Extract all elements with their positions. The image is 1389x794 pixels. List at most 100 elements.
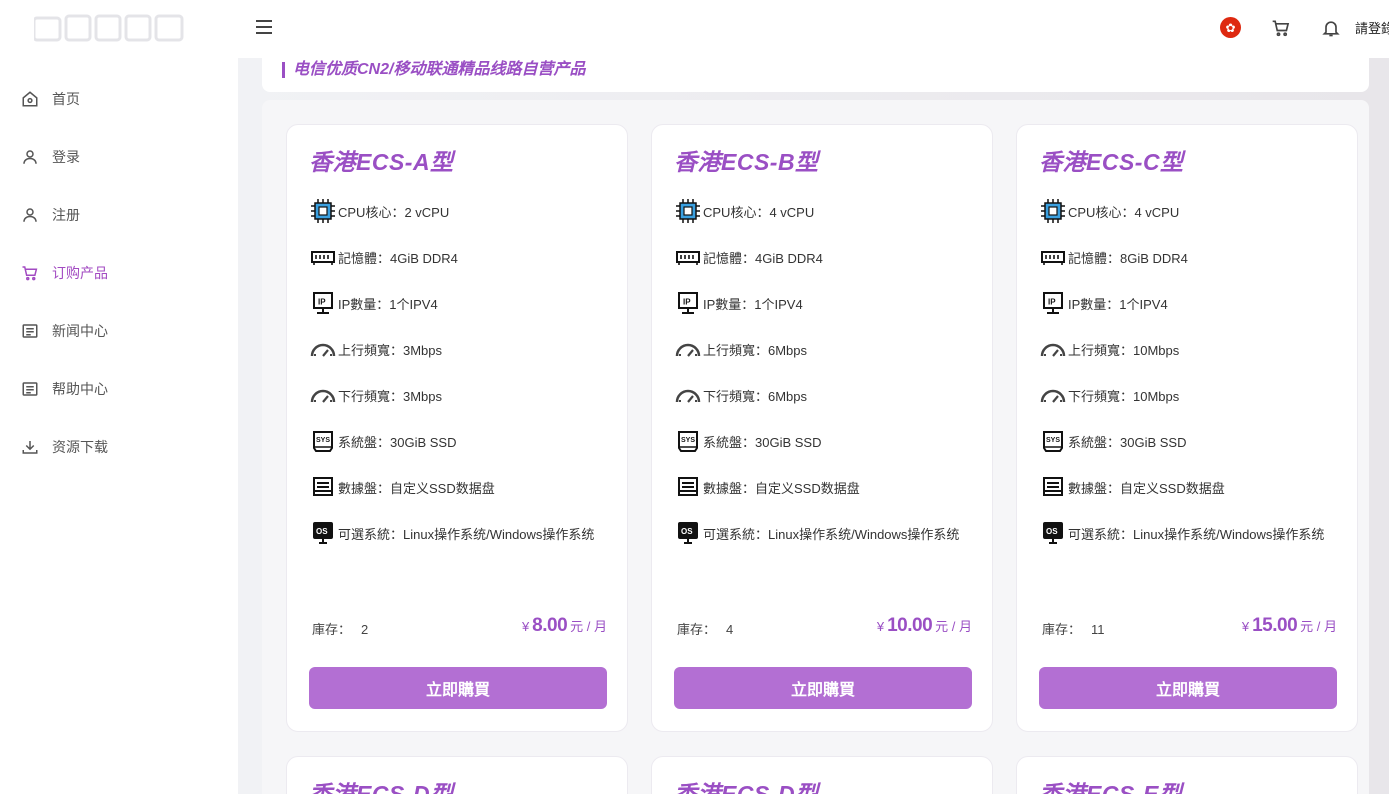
stock-value: 11 bbox=[1091, 622, 1105, 637]
sidebar-item-help[interactable]: 帮助中心 bbox=[0, 360, 238, 418]
spec-text: 系統盤：30GiB SSD bbox=[1068, 434, 1187, 450]
spec-row: 下行頻寬：3Mbps bbox=[309, 381, 442, 409]
site-logo[interactable] bbox=[32, 10, 194, 46]
ip-icon: IP bbox=[1039, 289, 1067, 317]
os-icon: OS bbox=[1039, 519, 1067, 547]
svg-text:IP: IP bbox=[683, 298, 691, 307]
buy-now-button[interactable]: 立即購買 bbox=[674, 667, 972, 709]
sidebar-item-label: 资源下载 bbox=[52, 439, 108, 455]
spec-text: IP數量：1个IPV4 bbox=[1068, 296, 1168, 312]
upload-speed-icon bbox=[1039, 335, 1067, 363]
product-card: 香港ECS-B型 CPU核心：4 vCPU 記憶體：4GiB DDR4 IP I… bbox=[651, 124, 993, 732]
svg-text:SYS: SYS bbox=[1046, 437, 1060, 444]
hong-kong-flag-icon[interactable]: ✿ bbox=[1220, 17, 1241, 38]
sidebar-item-register[interactable]: 注册 bbox=[0, 186, 238, 244]
sidebar-item-label: 首页 bbox=[52, 91, 80, 107]
spec-row: 記憶體：4GiB DDR4 bbox=[309, 243, 458, 271]
spec-text: 記憶體：8GiB DDR4 bbox=[1068, 250, 1188, 266]
svg-text:OS: OS bbox=[316, 527, 328, 536]
sidebar-item-home[interactable]: 首页 bbox=[0, 70, 238, 128]
spec-row: CPU核心：4 vCPU bbox=[1039, 197, 1179, 225]
top-header: ✿ 請登錄 bbox=[238, 0, 1389, 58]
spec-text: CPU核心：4 vCPU bbox=[703, 204, 815, 220]
system-disk-icon: SYS bbox=[674, 427, 702, 455]
menu-toggle-icon[interactable] bbox=[256, 20, 272, 34]
sidebar-item-login[interactable]: 登录 bbox=[0, 128, 238, 186]
product-title: 香港ECS-B型 bbox=[674, 149, 819, 175]
sidebar-item-label: 登录 bbox=[52, 149, 80, 165]
ip-icon: IP bbox=[309, 289, 337, 317]
currency-symbol: ¥ bbox=[521, 619, 530, 634]
login-link[interactable]: 請登錄 bbox=[1355, 18, 1389, 37]
stock-info: 庫存： 4 bbox=[677, 619, 733, 638]
spec-text: 數據盤：自定义SSD数据盘 bbox=[338, 480, 495, 496]
cpu-icon bbox=[674, 197, 702, 225]
buy-now-button[interactable]: 立即購買 bbox=[309, 667, 607, 709]
spec-text: 可選系統：Linux操作系统/Windows操作系统 bbox=[338, 526, 595, 542]
currency-symbol: ¥ bbox=[1241, 619, 1250, 634]
home-icon bbox=[21, 90, 39, 108]
cpu-icon bbox=[309, 197, 337, 225]
spec-row: IP IP數量：1个IPV4 bbox=[674, 289, 803, 317]
spec-text: 系統盤：30GiB SSD bbox=[703, 434, 822, 450]
spec-text: 可選系統：Linux操作系统/Windows操作系统 bbox=[1068, 526, 1325, 542]
spec-row: 數據盤：自定义SSD数据盘 bbox=[674, 473, 860, 501]
product-title: 香港ECS-D型 bbox=[674, 781, 819, 794]
ip-icon: IP bbox=[674, 289, 702, 317]
price-amount: 8.00 bbox=[532, 615, 568, 636]
svg-text:IP: IP bbox=[1048, 298, 1056, 307]
svg-text:IP: IP bbox=[318, 298, 326, 307]
cart-icon bbox=[21, 264, 39, 282]
header-actions: ✿ 請登錄 bbox=[1220, 17, 1389, 38]
spec-row: IP IP數量：1个IPV4 bbox=[309, 289, 438, 317]
spec-row: SYS 系統盤：30GiB SSD bbox=[674, 427, 821, 455]
sidebar-item-news[interactable]: 新闻中心 bbox=[0, 302, 238, 360]
os-icon: OS bbox=[309, 519, 337, 547]
spec-text: 可選系統：Linux操作系统/Windows操作系统 bbox=[703, 526, 960, 542]
spec-text: CPU核心：4 vCPU bbox=[1068, 204, 1180, 220]
spec-text: 數據盤：自定义SSD数据盘 bbox=[703, 480, 860, 496]
spec-row: OS 可選系統：Linux操作系统/Windows操作系统 bbox=[674, 519, 959, 547]
cart-icon[interactable] bbox=[1271, 18, 1291, 38]
spec-row: CPU核心：4 vCPU bbox=[674, 197, 814, 225]
cpu-icon bbox=[1039, 197, 1067, 225]
spec-text: IP數量：1个IPV4 bbox=[703, 296, 803, 312]
product-card: 香港ECS-E型 bbox=[1016, 756, 1358, 794]
price-amount: 10.00 bbox=[887, 615, 933, 636]
spec-text: 記憶體：4GiB DDR4 bbox=[338, 250, 458, 266]
spec-text: 下行頻寬：6Mbps bbox=[703, 388, 808, 404]
sidebar-item-label: 订购产品 bbox=[52, 265, 108, 281]
spec-row: SYS 系統盤：30GiB SSD bbox=[1039, 427, 1186, 455]
bell-icon[interactable] bbox=[1321, 18, 1341, 38]
currency-symbol: ¥ bbox=[876, 619, 885, 634]
spec-text: CPU核心：2 vCPU bbox=[338, 204, 450, 220]
spec-text: 下行頻寬：10Mbps bbox=[1068, 388, 1180, 404]
user-icon bbox=[21, 206, 39, 224]
product-title: 香港ECS-D型 bbox=[309, 781, 454, 794]
data-disk-icon bbox=[674, 473, 702, 501]
stock-label: 庫存： bbox=[1042, 622, 1082, 637]
spec-text: 系統盤：30GiB SSD bbox=[338, 434, 457, 450]
svg-text:SYS: SYS bbox=[316, 437, 330, 444]
spec-text: 數據盤：自定义SSD数据盘 bbox=[1068, 480, 1225, 496]
stock-info: 庫存： 2 bbox=[312, 619, 368, 638]
memory-icon bbox=[674, 243, 702, 271]
sidebar-item-order-products[interactable]: 订购产品 bbox=[0, 244, 238, 302]
spec-row: OS 可選系統：Linux操作系统/Windows操作系统 bbox=[309, 519, 594, 547]
sidebar-nav: 首页 登录 注册 订购产品 新闻中心 帮助中心 资源下载 bbox=[0, 70, 238, 476]
sidebar: 首页 登录 注册 订购产品 新闻中心 帮助中心 资源下载 bbox=[0, 0, 238, 794]
stock-value: 2 bbox=[361, 622, 369, 637]
download-speed-icon bbox=[309, 381, 337, 409]
spec-row: OS 可選系統：Linux操作系统/Windows操作系统 bbox=[1039, 519, 1324, 547]
product-title: 香港ECS-E型 bbox=[1039, 781, 1183, 794]
spec-row: SYS 系統盤：30GiB SSD bbox=[309, 427, 456, 455]
sidebar-item-downloads[interactable]: 资源下载 bbox=[0, 418, 238, 476]
spec-row: IP IP數量：1个IPV4 bbox=[1039, 289, 1168, 317]
buy-now-button[interactable]: 立即購買 bbox=[1039, 667, 1337, 709]
product-card: 香港ECS-C型 CPU核心：4 vCPU 記憶體：8GiB DDR4 IP I… bbox=[1016, 124, 1358, 732]
spec-row: 數據盤：自定义SSD数据盘 bbox=[309, 473, 495, 501]
product-card: 香港ECS-D型 bbox=[286, 756, 628, 794]
price-amount: 15.00 bbox=[1252, 615, 1298, 636]
document-icon bbox=[21, 322, 39, 340]
spec-text: IP數量：1个IPV4 bbox=[338, 296, 438, 312]
